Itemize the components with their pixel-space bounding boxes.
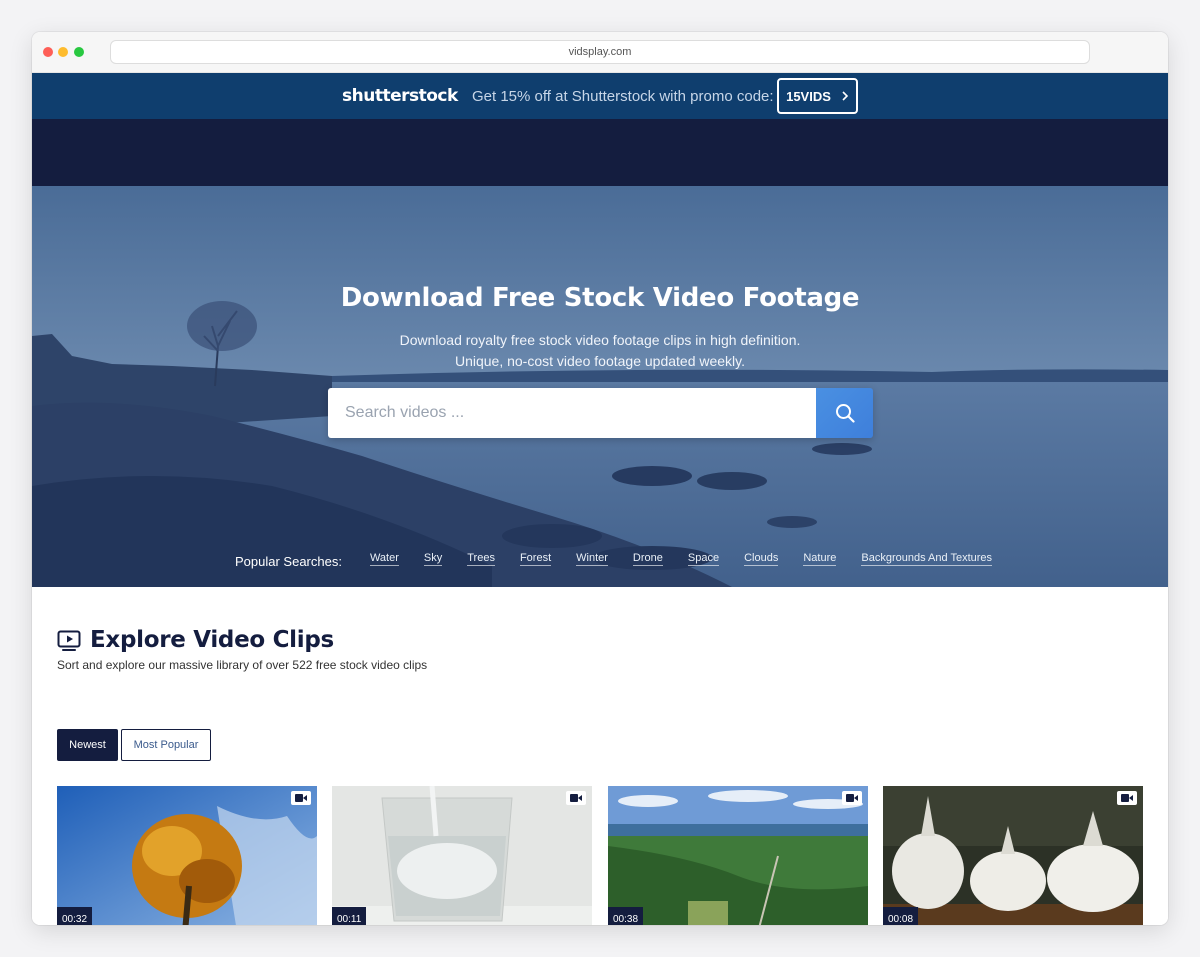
filter-newest-button[interactable]: Newest — [57, 729, 118, 761]
hero-background-image — [32, 186, 1168, 587]
video-duration: 00:08 — [883, 907, 919, 925]
promo-banner: shutterstock Get 15% off at Shutterstock… — [32, 73, 1168, 119]
popular-search-water[interactable]: Water — [369, 552, 399, 566]
video-camera-icon — [291, 791, 311, 805]
search-button[interactable] — [816, 388, 873, 438]
video-thumbnail — [57, 786, 317, 925]
explore-section: Explore Video Clips Sort and explore our… — [32, 587, 1168, 925]
video-camera-icon — [1117, 791, 1137, 805]
close-window-icon[interactable] — [43, 47, 53, 57]
promo-text: Get 15% off at Shutterstock with promo c… — [472, 88, 774, 105]
video-thumbnail — [608, 786, 868, 925]
video-card-aerial-coast[interactable]: 00:38 — [608, 786, 868, 925]
video-duration: 00:11 — [332, 907, 367, 925]
video-camera-icon — [566, 791, 586, 805]
popular-search-nature[interactable]: Nature — [803, 552, 837, 566]
popular-searches: Popular Searches: Water Sky Trees Forest… — [235, 552, 1017, 572]
video-camera-icon — [842, 791, 862, 805]
hero-section: Download Free Stock Video Footage Downlo… — [32, 186, 1168, 587]
video-card-water-glass[interactable]: 00:11 — [332, 786, 592, 925]
hero-subtitle-line2: Unique, no-cost video footage updated we… — [454, 353, 746, 369]
address-bar[interactable]: vidsplay.com — [110, 40, 1090, 64]
promo-code-label: 15VIDS — [786, 88, 831, 104]
popular-search-forest[interactable]: Forest — [519, 552, 552, 566]
popular-search-trees[interactable]: Trees — [467, 552, 495, 566]
popular-search-sky[interactable]: Sky — [423, 552, 443, 566]
video-thumbnail — [883, 786, 1143, 925]
video-duration: 00:32 — [57, 907, 93, 925]
hero-title: Download Free Stock Video Footage — [340, 283, 860, 313]
promo-code-button[interactable]: 15VIDS — [777, 78, 858, 114]
video-card-garlic[interactable]: 00:08 — [883, 786, 1143, 925]
popular-search-drone[interactable]: Drone — [632, 552, 663, 566]
minimize-window-icon[interactable] — [58, 47, 68, 57]
maximize-window-icon[interactable] — [74, 47, 84, 57]
search-icon — [835, 404, 855, 423]
popular-search-backgrounds-and-textures[interactable]: Backgrounds And Textures — [861, 552, 993, 566]
filter-most-popular-button[interactable]: Most Popular — [121, 729, 211, 761]
video-thumbnail — [332, 786, 592, 925]
navigation-bar — [32, 119, 1168, 186]
explore-title: Explore Video Clips — [90, 627, 334, 653]
popular-search-winter[interactable]: Winter — [576, 552, 608, 566]
popular-search-space[interactable]: Space — [687, 552, 720, 566]
video-duration: 00:38 — [608, 907, 644, 925]
shutterstock-logo[interactable]: shutterstock — [342, 86, 458, 106]
video-card-autumn-tree[interactable]: 00:32 — [57, 786, 317, 925]
popular-searches-label: Popular Searches: — [235, 554, 342, 569]
video-player-icon — [57, 630, 81, 651]
search-input[interactable] — [328, 388, 816, 438]
chevron-right-icon — [842, 91, 849, 101]
browser-titlebar: vidsplay.com — [32, 32, 1168, 73]
explore-subtitle: Sort and explore our massive library of … — [57, 658, 428, 672]
search-bar — [328, 388, 873, 438]
hero-subtitle-line1: Download royalty free stock video footag… — [399, 332, 801, 348]
popular-search-clouds[interactable]: Clouds — [744, 552, 779, 566]
browser-window: vidsplay.com shutterstock Get 15% off at… — [32, 32, 1168, 925]
